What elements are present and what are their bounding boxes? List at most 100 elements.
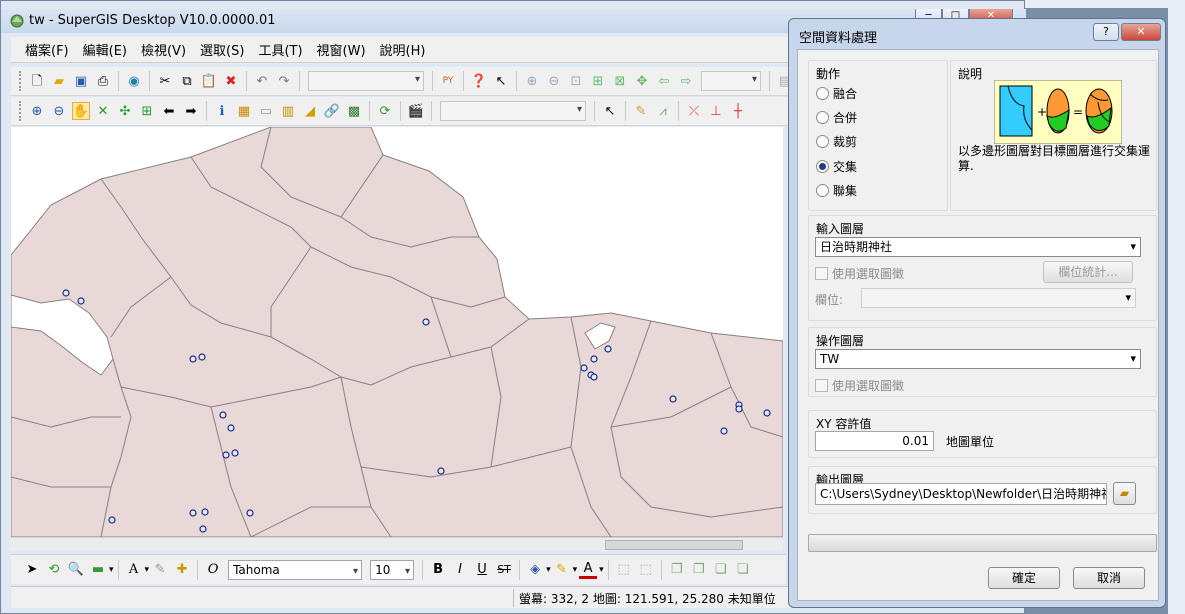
measure-icon[interactable]: ◢ [301, 102, 319, 120]
scale-combo[interactable] [308, 71, 424, 91]
help-icon[interactable]: ❓ [470, 72, 488, 90]
full-extent-icon[interactable]: ⊞ [138, 102, 156, 120]
send-backward-icon[interactable]: ❏ [734, 561, 752, 579]
radio-dissolve[interactable]: 融合 [816, 85, 857, 102]
dropdown-arrow-icon[interactable]: ▾ [546, 565, 551, 575]
redo-icon[interactable]: ↷ [275, 72, 293, 90]
undo-icon[interactable]: ↶ [253, 72, 271, 90]
new-document-icon[interactable]: 🗋 [28, 72, 46, 90]
radio-dot-selected[interactable] [816, 160, 829, 173]
menu-window[interactable]: 視窗(W) [317, 40, 366, 59]
new-text-icon[interactable]: ✚ [173, 561, 191, 579]
menu-view[interactable]: 檢視(V) [141, 40, 186, 59]
zoom-page-icon[interactable]: 🔍 [67, 561, 85, 579]
print-icon[interactable]: ⎙ [94, 72, 112, 90]
fixed-zoom-in-icon[interactable]: ⊕ [523, 72, 541, 90]
select-by-attribute-icon[interactable]: ▥ [279, 102, 297, 120]
radio-clip[interactable]: 裁剪 [816, 133, 857, 150]
radio-dot[interactable] [816, 184, 829, 197]
font-color-icon[interactable]: A [579, 561, 598, 579]
input-use-selection-checkbox[interactable]: 使用選取圖徵 [815, 265, 904, 282]
font-size-select[interactable]: 10 [370, 559, 415, 581]
map-horizontal-scrollbar[interactable] [11, 537, 783, 551]
crosshair-icon[interactable]: ┼ [729, 102, 747, 120]
open-folder-icon[interactable]: ▰ [50, 72, 68, 90]
dialog-close-button[interactable]: ✕ [1121, 23, 1161, 41]
menu-edit[interactable]: 編輯(E) [83, 40, 127, 59]
tolerance-input[interactable]: 0.01 [815, 431, 934, 451]
field-select[interactable] [861, 288, 1136, 308]
strikethrough-icon[interactable]: ST [495, 561, 513, 579]
bold-icon[interactable]: B [429, 561, 447, 579]
refresh-icon[interactable]: ⟳ [376, 102, 394, 120]
input-layer-select[interactable]: 日治時期神社 [815, 237, 1141, 257]
radio-intersect[interactable]: 交集 [816, 158, 857, 175]
map-view[interactable] [11, 127, 783, 537]
full-extent-icon[interactable]: ⊠ [611, 72, 629, 90]
zoom-out-fixed-icon[interactable]: ✣ [116, 102, 134, 120]
toolbar-grip[interactable] [19, 71, 22, 91]
cancel-button[interactable]: 取消 [1073, 567, 1145, 589]
dropdown-arrow-icon[interactable]: ▾ [145, 565, 150, 575]
menu-select[interactable]: 選取(S) [200, 40, 244, 59]
underline-icon[interactable]: U [473, 561, 491, 579]
field-statistics-button[interactable]: 欄位統計... [1043, 261, 1133, 283]
group-icon[interactable]: ⬚ [615, 561, 633, 579]
toolbar-grip[interactable] [19, 101, 22, 121]
fixed-zoom-out-icon[interactable]: ⊖ [545, 72, 563, 90]
hyperlink-icon[interactable]: 🔗 [323, 102, 341, 120]
copy-icon[interactable]: ⧉ [178, 72, 196, 90]
identify-icon[interactable]: ℹ [213, 102, 231, 120]
bring-forward-icon[interactable]: ❏ [712, 561, 730, 579]
operation-layer-select[interactable]: TW [815, 349, 1141, 369]
save-icon[interactable]: ▣ [72, 72, 90, 90]
radio-dot[interactable] [816, 135, 829, 148]
split-icon[interactable]: ⤫ [685, 102, 703, 120]
forward-arrow-icon[interactable]: ➡ [182, 102, 200, 120]
grid-icon[interactable]: ▩ [345, 102, 363, 120]
font-name-select[interactable]: Tahoma [228, 559, 363, 581]
output-path-input[interactable]: C:\Users\Sydney\Desktop\Newfolder\日治時期神社… [815, 483, 1107, 505]
radio-merge[interactable]: 合併 [816, 109, 857, 126]
vertex-edit-icon[interactable]: ⩘ [654, 102, 672, 120]
select-features-icon[interactable]: ▦ [235, 102, 253, 120]
pan-arrows-icon[interactable]: ✥ [633, 72, 651, 90]
whats-this-icon[interactable]: ↖ [492, 72, 510, 90]
checkbox-box[interactable] [815, 379, 828, 392]
clear-selection-icon[interactable]: ▭ [257, 102, 275, 120]
dialog-help-button[interactable]: ? [1093, 23, 1119, 41]
zoom-layer-icon[interactable]: ⊡ [567, 72, 585, 90]
ungroup-icon[interactable]: ⬚ [637, 561, 655, 579]
zoom-in-icon[interactable]: ⊕ [28, 102, 46, 120]
rotate-icon[interactable]: ⟲ [45, 561, 63, 579]
delete-icon[interactable]: ✖ [222, 72, 240, 90]
browse-folder-button[interactable]: ▰ [1113, 482, 1136, 505]
next-extent-icon[interactable]: ⇨ [677, 72, 695, 90]
checkbox-box[interactable] [815, 267, 828, 280]
zoom-selected-icon[interactable]: ⊞ [589, 72, 607, 90]
menu-tools[interactable]: 工具(T) [258, 40, 302, 59]
radio-dot[interactable] [816, 111, 829, 124]
dropdown-arrow-icon[interactable]: ▾ [109, 565, 114, 575]
add-data-icon[interactable]: ◉ [125, 72, 143, 90]
python-icon[interactable]: PY [439, 72, 457, 90]
zoom-combo[interactable] [701, 71, 761, 91]
dropdown-arrow-icon[interactable]: ▾ [573, 565, 578, 575]
clapper-icon[interactable]: 🎬 [407, 102, 425, 120]
menu-help[interactable]: 說明(H) [380, 40, 426, 59]
bring-front-icon[interactable]: ❐ [668, 561, 686, 579]
zoom-in-fixed-icon[interactable]: ✕ [94, 102, 112, 120]
layer-combo[interactable] [440, 101, 586, 121]
rectangle-icon[interactable]: ▬ [89, 561, 107, 579]
map-canvas[interactable] [11, 127, 783, 537]
cut-icon[interactable]: ✂ [156, 72, 174, 90]
text-icon[interactable]: A [125, 561, 143, 579]
send-back-icon[interactable]: ❐ [690, 561, 708, 579]
paste-icon[interactable]: 📋 [200, 72, 218, 90]
snap-icon[interactable]: ⊥ [707, 102, 725, 120]
ok-button[interactable]: 確定 [988, 567, 1060, 589]
dropdown-arrow-icon[interactable]: ▾ [599, 565, 604, 575]
previous-extent-icon[interactable]: ⇦ [655, 72, 673, 90]
edit-pointer-icon[interactable]: ↖ [601, 102, 619, 120]
radio-union[interactable]: 聯集 [816, 182, 857, 199]
